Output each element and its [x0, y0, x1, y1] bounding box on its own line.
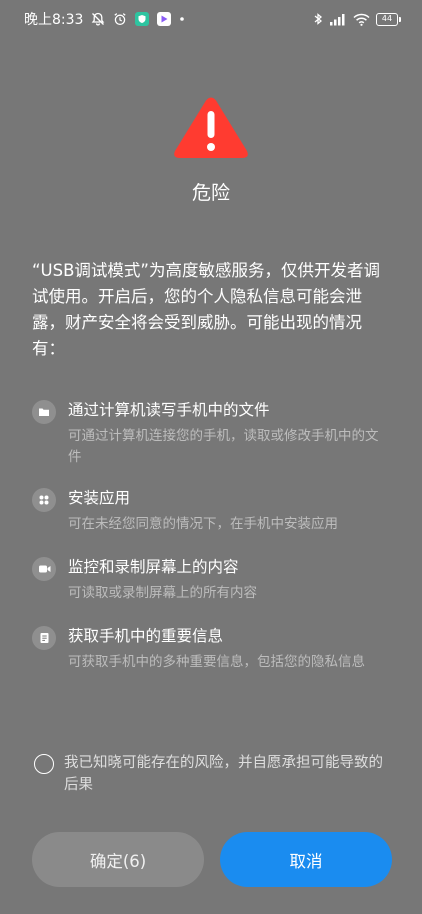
status-time: 晚上8:33 [24, 12, 84, 28]
dot-icon [179, 16, 185, 22]
permission-title: 获取手机中的重要信息 [68, 627, 224, 645]
consent-text: 我已知晓可能存在的风险，并自愿承担可能导致的后果 [64, 755, 383, 793]
wifi-icon [353, 13, 370, 26]
battery-icon: 44 [376, 12, 401, 26]
video-icon [32, 557, 56, 581]
intro-text: “USB调试模式”为高度敏感服务，仅供开发者调试使用。开启后，您的个人隐私信息可… [32, 261, 380, 358]
permission-title: 安装应用 [68, 489, 131, 507]
status-right: 44 [313, 12, 401, 26]
bluetooth-icon [313, 12, 323, 26]
alarm-icon [113, 12, 127, 26]
app-shield-icon [135, 12, 150, 26]
permission-desc: 可获取手机中的多种重要信息，包括您的隐私信息 [68, 654, 365, 670]
apps-icon [32, 488, 56, 512]
app-play-icon [157, 12, 172, 26]
bell-off-icon [91, 12, 105, 26]
status-bar: 晚上8:33 44 [0, 0, 422, 38]
confirm-button[interactable]: 确定(6) [32, 832, 204, 887]
permission-title: 监控和录制屏幕上的内容 [68, 558, 239, 576]
signal-icon [329, 13, 347, 26]
permission-desc: 可读取或录制屏幕上的所有内容 [68, 585, 257, 601]
folder-icon [32, 400, 56, 424]
dialog-title: 危险 [191, 182, 230, 204]
permission-desc: 可通过计算机连接您的手机，读取或修改手机中的文件 [68, 428, 379, 465]
cancel-button[interactable]: 取消 [220, 832, 392, 887]
status-left: 晚上8:33 [24, 9, 313, 29]
document-icon [32, 626, 56, 650]
warning-triangle-icon [174, 97, 248, 158]
permission-desc: 可在未经您同意的情况下，在手机中安装应用 [68, 516, 338, 532]
consent-checkbox[interactable] [34, 754, 54, 774]
warning-icon-wrap [0, 96, 422, 164]
permission-title: 通过计算机读写手机中的文件 [68, 401, 270, 419]
